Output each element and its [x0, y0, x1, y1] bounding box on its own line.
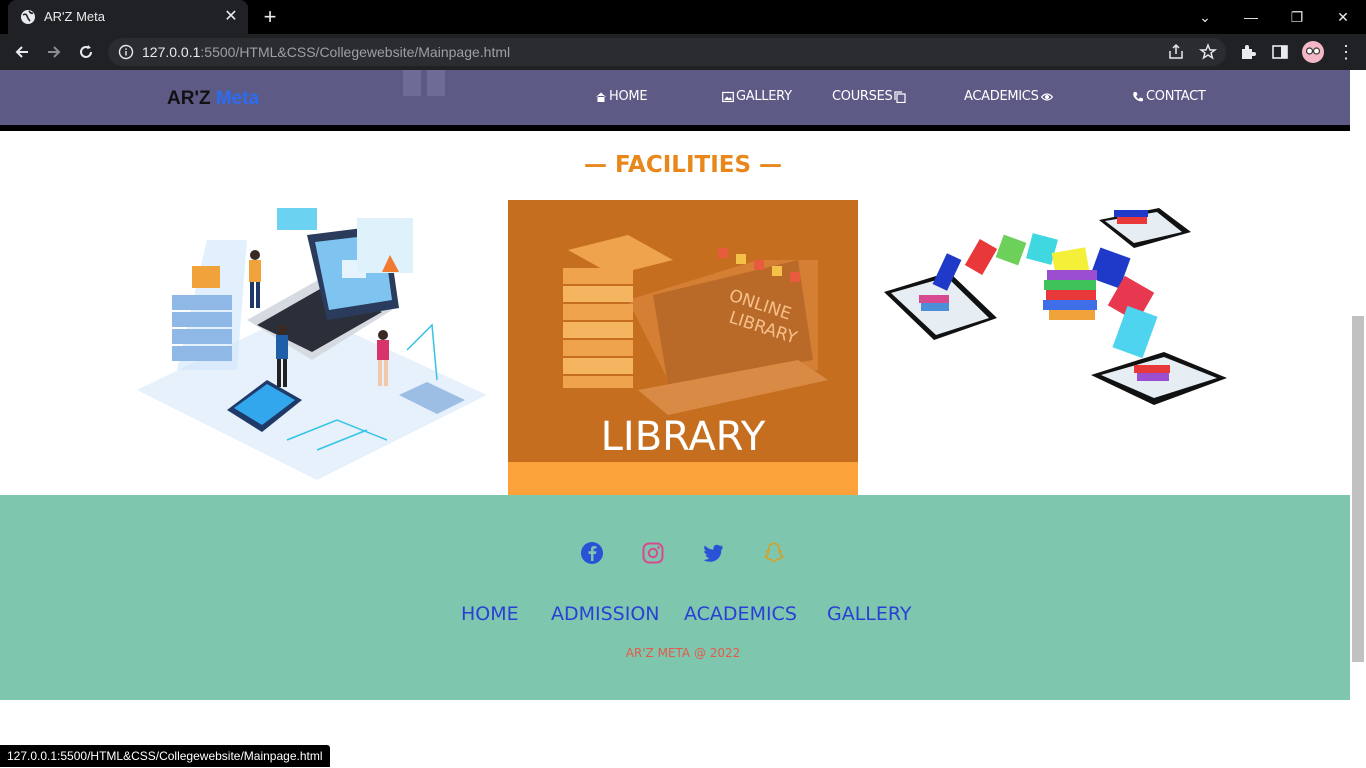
image-icon: [722, 91, 734, 102]
site-info-icon[interactable]: [118, 44, 134, 60]
new-tab-button[interactable]: +: [258, 6, 282, 28]
tab-search-chevron-icon[interactable]: ⌄: [1182, 0, 1228, 34]
page-scrollbar-thumb[interactable]: [1352, 316, 1364, 662]
nav-home-label: HOME: [609, 89, 648, 104]
share-icon[interactable]: [1166, 42, 1186, 62]
snapchat-icon[interactable]: [762, 541, 786, 565]
facebook-icon[interactable]: [580, 541, 604, 565]
twitter-icon[interactable]: [701, 541, 725, 565]
bookmark-star-icon[interactable]: [1198, 42, 1218, 62]
footer-link-gallery[interactable]: GALLERY: [827, 603, 912, 625]
nav-gallery-link[interactable]: GALLERY: [722, 89, 792, 104]
tab-title: AR'Z Meta: [44, 9, 105, 24]
facility-card-computer-lab[interactable]: [137, 200, 487, 495]
footer-link-admission[interactable]: ADMISSION: [551, 603, 660, 625]
browser-tab[interactable]: AR'Z Meta ✕: [8, 0, 248, 34]
footer-link-academics[interactable]: ACADEMICS: [684, 603, 797, 625]
nav-academics-link[interactable]: ACADEMICS: [964, 89, 1053, 104]
reload-icon[interactable]: [74, 40, 98, 64]
library-card-highlight-strip: [508, 462, 858, 495]
side-panel-icon[interactable]: [1270, 42, 1290, 62]
facilities-heading: — FACILITIES —: [583, 152, 783, 178]
browser-toolbar: 127.0.0.1:5500/HTML&CSS/Collegewebsite/M…: [0, 34, 1366, 70]
url-host: 127.0.0.1: [142, 44, 201, 60]
nav-academics-label: ACADEMICS: [964, 89, 1039, 104]
link-status-bar: 127.0.0.1:5500/HTML&CSS/Collegewebsite/M…: [0, 745, 330, 767]
copy-icon: [894, 90, 907, 103]
navbar-divider: [0, 125, 1366, 131]
globe-icon: [21, 10, 35, 24]
site-logo[interactable]: AR'Z Meta: [167, 88, 259, 110]
logo-text-part2: Meta: [215, 88, 260, 109]
instagram-icon[interactable]: [641, 541, 665, 565]
web-page: AR'Z Meta HOME GALLERY COURSES ACADEMICS…: [0, 70, 1366, 768]
eye-icon: [1040, 92, 1053, 101]
nav-courses-label: COURSES: [832, 89, 893, 104]
forward-arrow-icon[interactable]: [42, 40, 66, 64]
nav-contact-link[interactable]: CONTACT: [1132, 89, 1206, 104]
close-window-button[interactable]: ✕: [1320, 0, 1366, 34]
site-navbar: AR'Z Meta HOME GALLERY COURSES ACADEMICS…: [0, 70, 1366, 125]
computer-lab-illustration: [137, 208, 487, 480]
books-tablets-illustration: [879, 200, 1229, 440]
nav-home-link[interactable]: HOME: [595, 89, 648, 104]
facility-card-digital-books[interactable]: [879, 200, 1229, 495]
facility-card-library[interactable]: ONLINE LIBRARY LIBRARY: [508, 200, 858, 495]
restore-button[interactable]: ❐: [1274, 0, 1320, 34]
home-icon: [596, 92, 606, 102]
browser-menu-icon[interactable]: ⋮: [1334, 40, 1358, 64]
phone-icon: [1133, 91, 1143, 101]
nav-contact-label: CONTACT: [1146, 89, 1206, 104]
copyright-text: AR'Z META @ 2022: [625, 646, 741, 660]
logo-text-part1: AR'Z: [167, 88, 216, 109]
url-text: 127.0.0.1:5500/HTML&CSS/Collegewebsite/M…: [142, 44, 510, 60]
library-card-label: LIBRARY: [600, 414, 766, 460]
close-tab-icon[interactable]: ✕: [222, 7, 240, 25]
footer-link-home[interactable]: HOME: [461, 603, 519, 625]
back-arrow-icon[interactable]: [10, 40, 34, 64]
extensions-puzzle-icon[interactable]: [1238, 42, 1258, 62]
nav-gallery-label: GALLERY: [736, 89, 792, 104]
address-bar[interactable]: 127.0.0.1:5500/HTML&CSS/Collegewebsite/M…: [108, 38, 1226, 66]
nav-courses-link[interactable]: COURSES: [832, 89, 907, 104]
minimize-button[interactable]: —: [1228, 0, 1274, 34]
url-path: :5500/HTML&CSS/Collegewebsite/Mainpage.h…: [200, 44, 511, 60]
browser-tab-strip: AR'Z Meta ✕ + ⌄ — ❐ ✕: [0, 0, 1366, 34]
profile-avatar[interactable]: [1301, 40, 1325, 64]
site-footer: HOME ADMISSION ACADEMICS GALLERY AR'Z ME…: [0, 495, 1366, 700]
navbar-background-decoration: [403, 70, 445, 96]
